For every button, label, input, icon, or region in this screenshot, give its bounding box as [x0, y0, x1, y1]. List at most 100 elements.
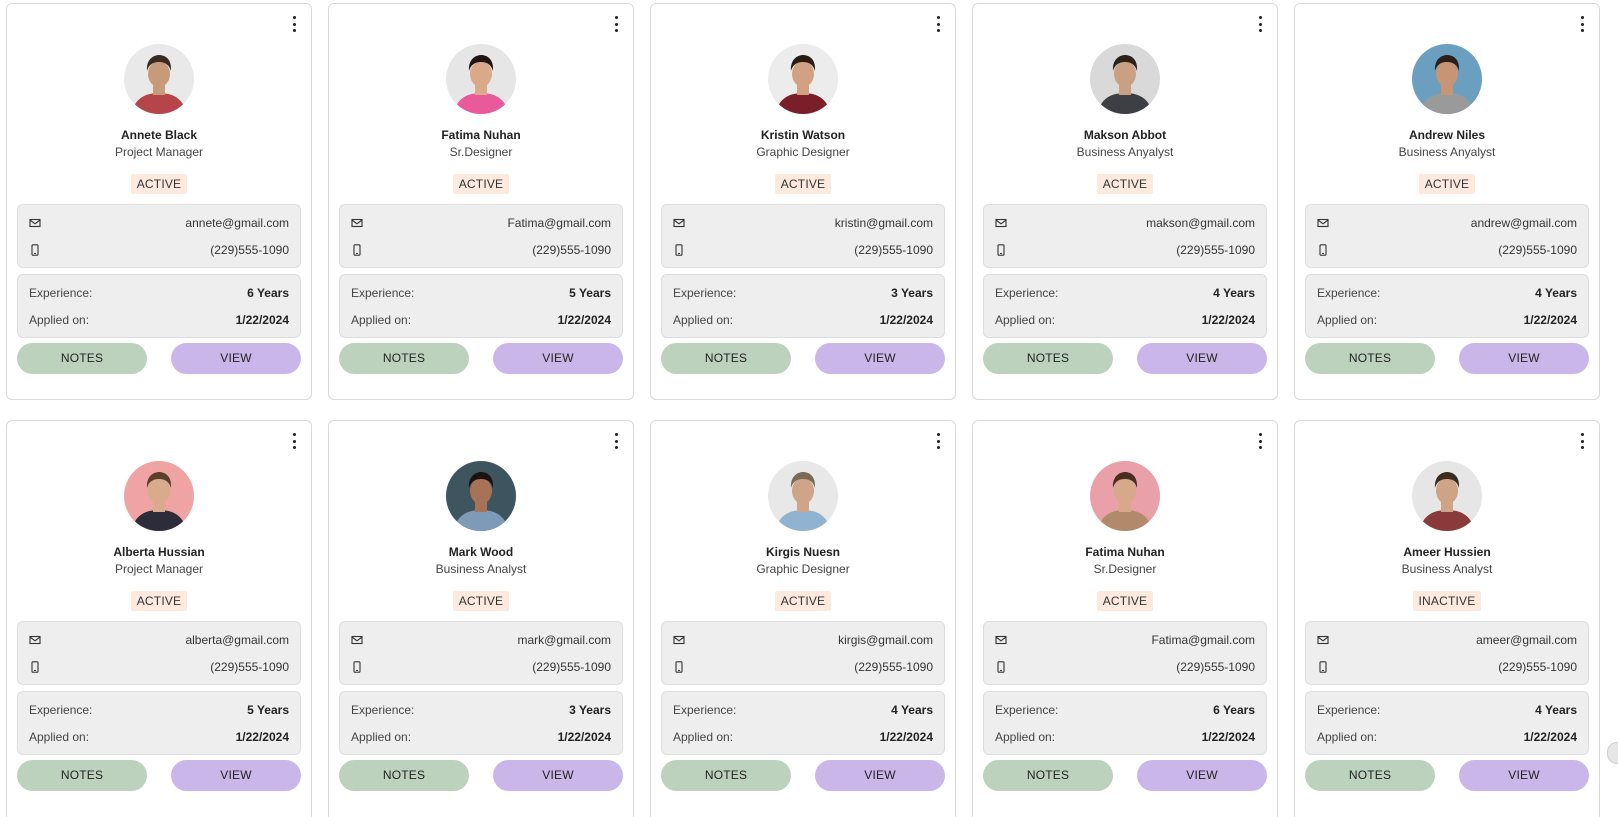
- view-button[interactable]: VIEW: [493, 343, 623, 374]
- phone-number[interactable]: (229)555-1090: [1176, 243, 1255, 257]
- notes-button[interactable]: NOTES: [1305, 760, 1435, 791]
- view-button[interactable]: VIEW: [493, 760, 623, 791]
- candidate-name: Kirgis Nuesn: [765, 545, 840, 559]
- applied-on-label: Applied on:: [29, 730, 90, 744]
- candidate-card: Kirgis Nuesn Graphic Designer ACTIVE kir…: [650, 420, 956, 817]
- experience-label: Experience:: [995, 703, 1059, 717]
- phone-icon: [995, 661, 1007, 673]
- applied-on-value: 1/22/2024: [879, 313, 933, 327]
- notes-button[interactable]: NOTES: [661, 343, 791, 374]
- avatar: [1412, 461, 1482, 531]
- mail-icon: [995, 634, 1007, 646]
- phone-number[interactable]: (229)555-1090: [210, 660, 289, 674]
- applied-on-label: Applied on:: [351, 313, 412, 327]
- view-button[interactable]: VIEW: [815, 760, 945, 791]
- view-button[interactable]: VIEW: [1137, 343, 1267, 374]
- candidate-card: Ameer Hussien Business Analyst INACTIVE …: [1294, 420, 1600, 817]
- phone-number[interactable]: (229)555-1090: [210, 243, 289, 257]
- view-button[interactable]: VIEW: [1459, 760, 1589, 791]
- notes-button[interactable]: NOTES: [983, 760, 1113, 791]
- candidate-name: Mark Wood: [448, 545, 514, 559]
- phone-number[interactable]: (229)555-1090: [854, 660, 933, 674]
- view-button[interactable]: VIEW: [171, 760, 301, 791]
- application-info-box: Experience: 4 Years Applied on: 1/22/202…: [1305, 274, 1589, 338]
- contact-info-box: kristin@gmail.com (229)555-1090: [661, 204, 945, 268]
- status-badge: ACTIVE: [452, 174, 510, 194]
- phone-number[interactable]: (229)555-1090: [1498, 243, 1577, 257]
- phone-icon: [351, 244, 363, 256]
- kebab-menu-icon[interactable]: [289, 16, 299, 32]
- kebab-menu-icon[interactable]: [933, 433, 943, 449]
- candidate-role: Business Anyalyst: [1398, 145, 1496, 159]
- candidate-role: Project Manager: [114, 562, 204, 576]
- mail-icon: [29, 634, 41, 646]
- notes-button[interactable]: NOTES: [17, 343, 147, 374]
- view-button[interactable]: VIEW: [815, 343, 945, 374]
- scroll-to-top-button[interactable]: [1607, 742, 1618, 764]
- kebab-menu-icon[interactable]: [1255, 16, 1265, 32]
- view-button[interactable]: VIEW: [171, 343, 301, 374]
- email-link[interactable]: mark@gmail.com: [517, 633, 611, 647]
- kebab-menu-icon[interactable]: [611, 16, 621, 32]
- email-link[interactable]: andrew@gmail.com: [1471, 216, 1577, 230]
- contact-info-box: kirgis@gmail.com (229)555-1090: [661, 621, 945, 685]
- notes-button[interactable]: NOTES: [339, 343, 469, 374]
- email-link[interactable]: kirgis@gmail.com: [838, 633, 933, 647]
- email-link[interactable]: annete@gmail.com: [185, 216, 289, 230]
- phone-icon: [995, 244, 1007, 256]
- phone-number[interactable]: (229)555-1090: [532, 660, 611, 674]
- contact-info-box: Fatima@gmail.com (229)555-1090: [339, 204, 623, 268]
- experience-label: Experience:: [1317, 703, 1381, 717]
- candidate-name: Kristin Watson: [760, 128, 846, 142]
- notes-button[interactable]: NOTES: [983, 343, 1113, 374]
- kebab-menu-icon[interactable]: [611, 433, 621, 449]
- phone-number[interactable]: (229)555-1090: [1498, 660, 1577, 674]
- candidate-name: Makson Abbot: [1083, 128, 1167, 142]
- candidate-card: Fatima Nuhan Sr.Designer ACTIVE Fatima@g…: [328, 3, 634, 400]
- candidate-name: Annete Black: [120, 128, 198, 142]
- email-link[interactable]: Fatima@gmail.com: [1151, 633, 1255, 647]
- experience-value: 5 Years: [247, 703, 289, 717]
- phone-number[interactable]: (229)555-1090: [1176, 660, 1255, 674]
- kebab-menu-icon[interactable]: [289, 433, 299, 449]
- application-info-box: Experience: 4 Years Applied on: 1/22/202…: [1305, 691, 1589, 755]
- application-info-box: Experience: 3 Years Applied on: 1/22/202…: [661, 274, 945, 338]
- kebab-menu-icon[interactable]: [1577, 16, 1587, 32]
- experience-value: 4 Years: [1535, 703, 1577, 717]
- experience-label: Experience:: [1317, 286, 1381, 300]
- application-info-box: Experience: 4 Years Applied on: 1/22/202…: [983, 274, 1267, 338]
- notes-button[interactable]: NOTES: [339, 760, 469, 791]
- candidate-card: Makson Abbot Business Anyalyst ACTIVE ma…: [972, 3, 1278, 400]
- kebab-menu-icon[interactable]: [1255, 433, 1265, 449]
- kebab-menu-icon[interactable]: [1577, 433, 1587, 449]
- phone-number[interactable]: (229)555-1090: [532, 243, 611, 257]
- phone-icon: [673, 661, 685, 673]
- applied-on-value: 1/22/2024: [235, 313, 289, 327]
- mail-icon: [673, 217, 685, 229]
- applied-on-label: Applied on:: [1317, 730, 1378, 744]
- phone-number[interactable]: (229)555-1090: [854, 243, 933, 257]
- notes-button[interactable]: NOTES: [661, 760, 791, 791]
- email-link[interactable]: makson@gmail.com: [1146, 216, 1255, 230]
- notes-button[interactable]: NOTES: [1305, 343, 1435, 374]
- email-link[interactable]: alberta@gmail.com: [185, 633, 289, 647]
- view-button[interactable]: VIEW: [1459, 343, 1589, 374]
- experience-value: 3 Years: [569, 703, 611, 717]
- contact-info-box: annete@gmail.com (229)555-1090: [17, 204, 301, 268]
- kebab-menu-icon[interactable]: [933, 16, 943, 32]
- email-link[interactable]: ameer@gmail.com: [1476, 633, 1577, 647]
- email-link[interactable]: kristin@gmail.com: [835, 216, 933, 230]
- candidate-role: Project Manager: [114, 145, 204, 159]
- candidate-name: Alberta Hussian: [113, 545, 205, 559]
- phone-icon: [351, 661, 363, 673]
- status-badge: ACTIVE: [774, 174, 832, 194]
- mail-icon: [29, 217, 41, 229]
- email-link[interactable]: Fatima@gmail.com: [507, 216, 611, 230]
- application-info-box: Experience: 4 Years Applied on: 1/22/202…: [661, 691, 945, 755]
- notes-button[interactable]: NOTES: [17, 760, 147, 791]
- applied-on-label: Applied on:: [29, 313, 90, 327]
- candidate-role: Graphic Designer: [756, 562, 850, 576]
- experience-value: 4 Years: [891, 703, 933, 717]
- candidate-card: Kristin Watson Graphic Designer ACTIVE k…: [650, 3, 956, 400]
- view-button[interactable]: VIEW: [1137, 760, 1267, 791]
